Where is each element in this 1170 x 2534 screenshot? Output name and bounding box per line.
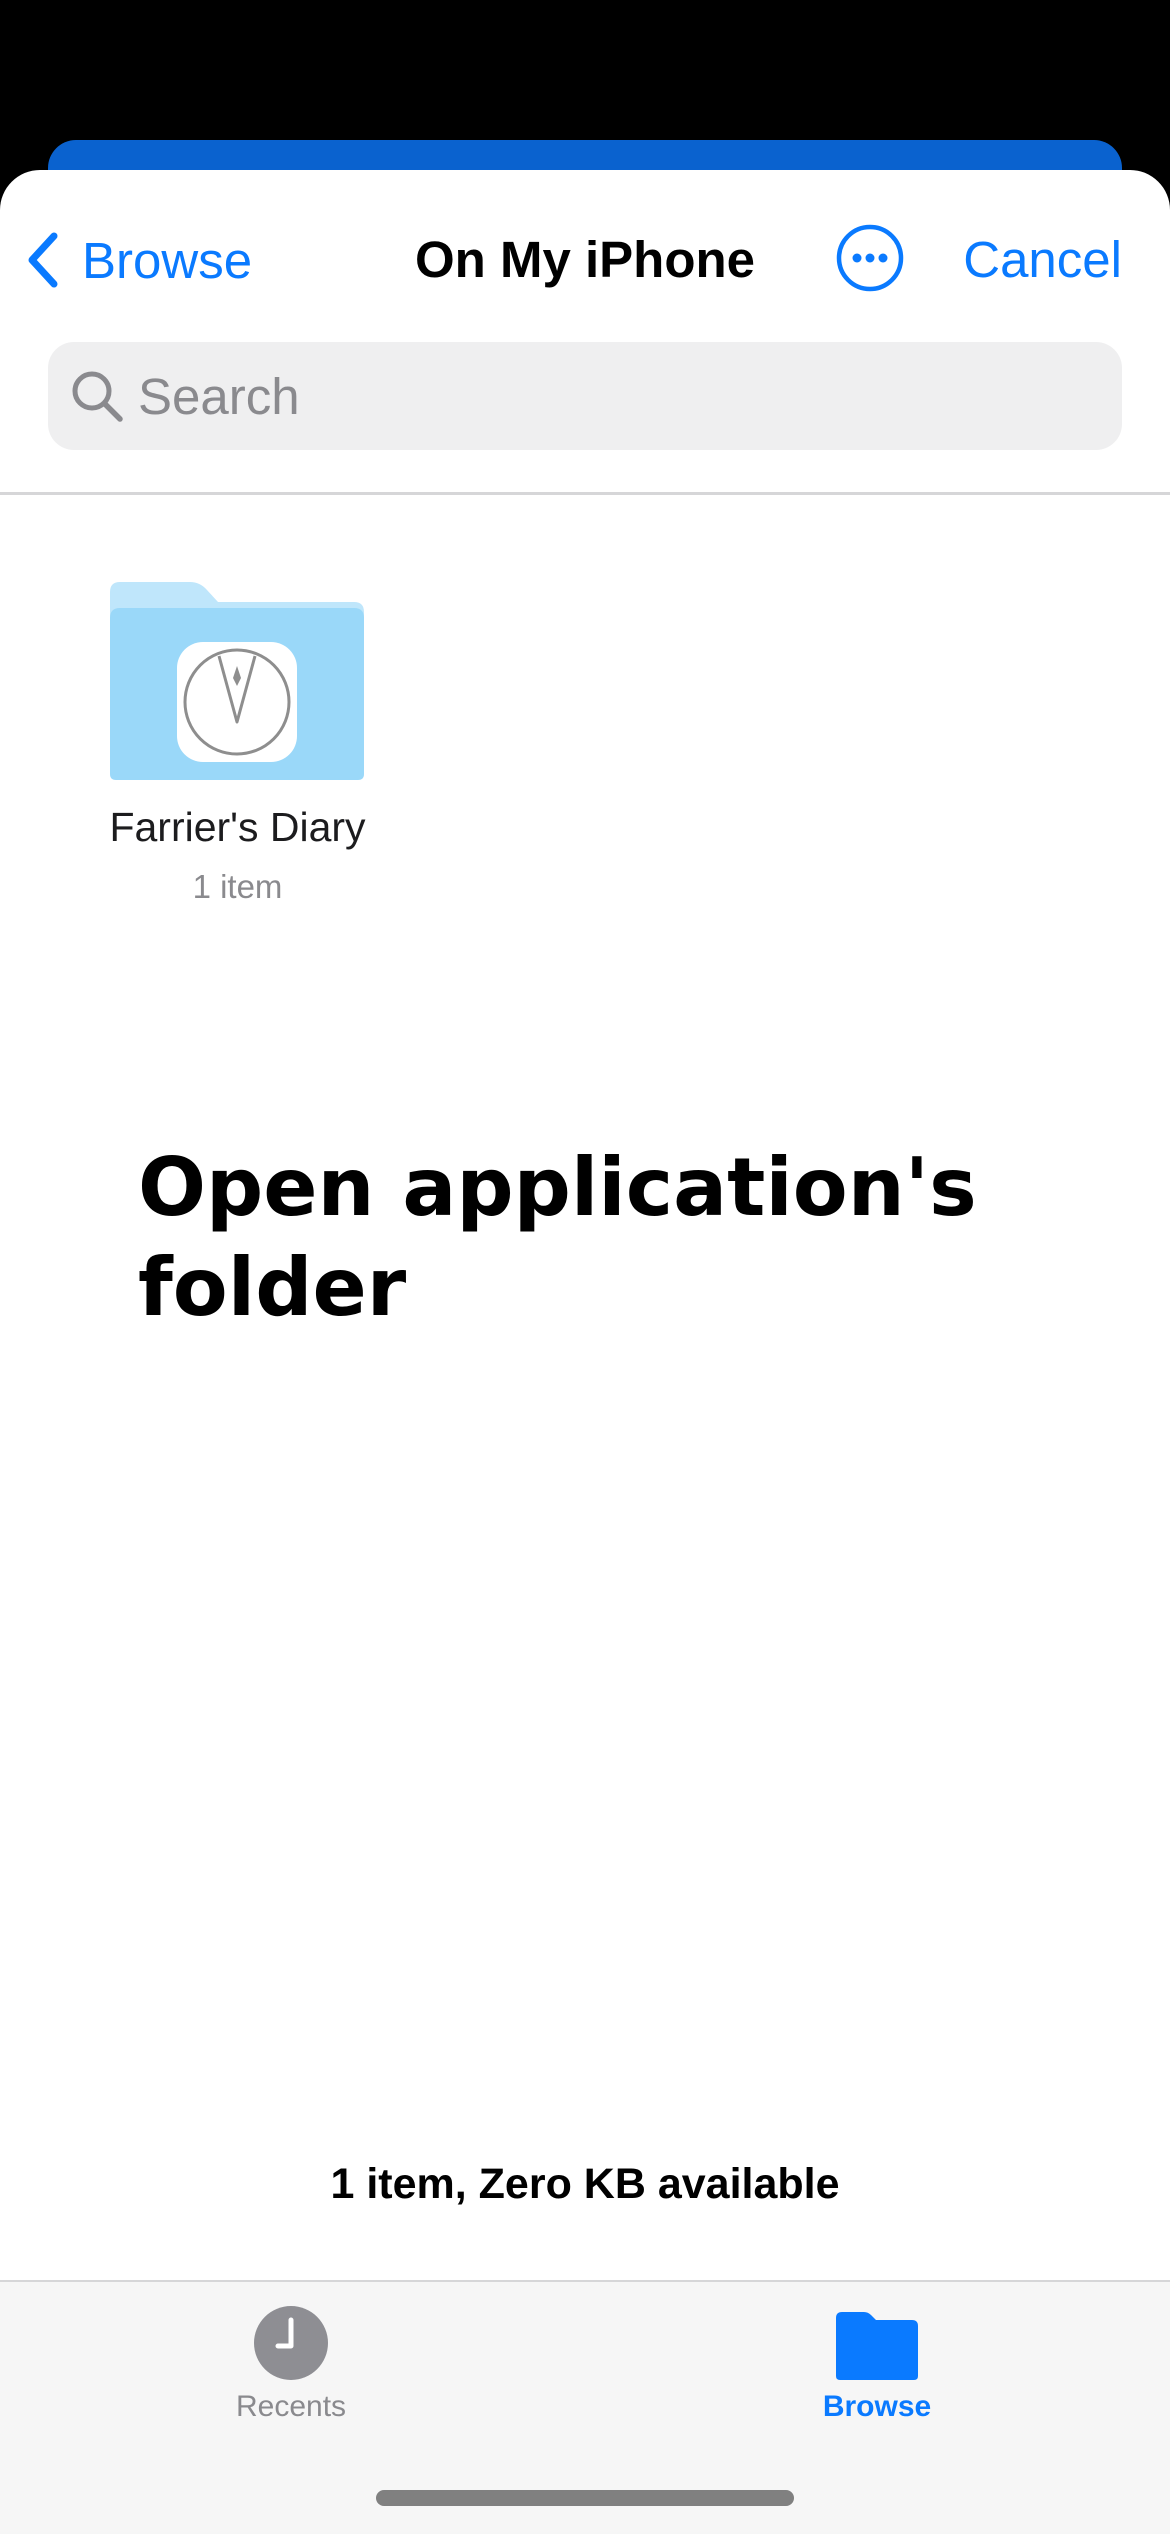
folder-item-count: 1 item — [192, 868, 283, 905]
cancel-button[interactable]: Cancel — [963, 220, 1122, 300]
tab-recents-label: Recents — [235, 2390, 347, 2423]
header-divider — [0, 492, 1170, 495]
tab-browse-label: Browse — [822, 2390, 932, 2423]
search-icon — [72, 371, 123, 422]
tab-recents[interactable]: Recents — [141, 2304, 441, 2424]
folder-icon — [110, 582, 364, 780]
folder-icon — [836, 2312, 918, 2380]
folder-name: Farrier's Diary — [109, 804, 366, 850]
clock-icon — [254, 2306, 328, 2380]
browse-back-label: Browse — [82, 231, 253, 289]
file-picker-sheet: Browse On My iPhone Cancel Search Farrie… — [0, 170, 1170, 2532]
search-bar[interactable] — [48, 342, 1122, 450]
farriers-diary-app-icon — [177, 642, 297, 762]
search-input[interactable] — [138, 342, 1038, 450]
tab-browse[interactable]: Browse — [727, 2304, 1027, 2424]
more-options-icon[interactable] — [836, 224, 904, 292]
storage-status: 1 item, Zero KB available — [330, 2160, 840, 2208]
instruction-caption: Open application's folder — [138, 1141, 977, 1334]
horseshoe-logo-icon — [183, 648, 291, 756]
home-indicator[interactable] — [376, 2490, 794, 2506]
chevron-left-icon — [28, 232, 58, 288]
browse-back-button[interactable]: Browse — [24, 220, 252, 300]
